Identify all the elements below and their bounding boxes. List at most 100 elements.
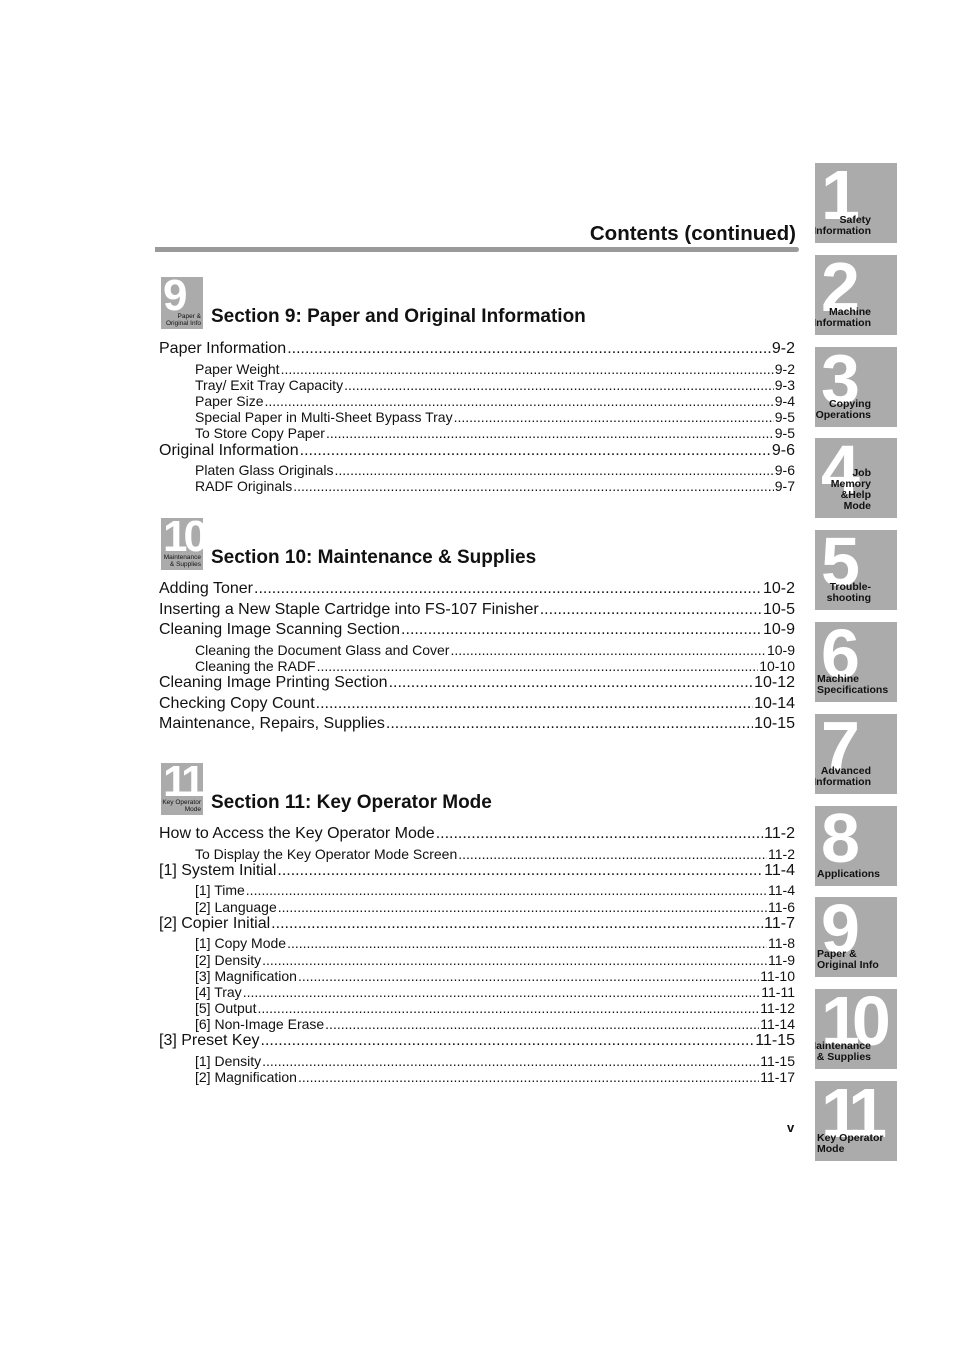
toc-subentry[interactable]: To Display the Key Operator Mode Screen 1… bbox=[159, 846, 795, 862]
section-tab-label: Advanced Information bbox=[815, 765, 871, 788]
toc-entry[interactable]: Paper Information 9-2 bbox=[159, 340, 795, 361]
toc-subentry[interactable]: [5] Output 11-12 bbox=[159, 1000, 795, 1016]
section-tab-1[interactable]: 1 Safety Information bbox=[815, 163, 897, 243]
section-tab-label-line: Information bbox=[815, 316, 871, 329]
title-rule bbox=[155, 247, 799, 252]
section-tab-8[interactable]: 8 Applications bbox=[815, 805, 897, 886]
section-tab-11[interactable]: 11 Key Operator Mode bbox=[815, 1081, 897, 1161]
toc-entry[interactable]: [2] Copier Initial 11-7 bbox=[159, 915, 795, 936]
section-tab-5[interactable]: 5 Trouble-shooting bbox=[815, 530, 897, 611]
toc-subentry[interactable]: [4] Tray 11-11 bbox=[159, 984, 795, 1000]
toc-entry[interactable]: Cleaning Image Printing Section 10-12 bbox=[159, 674, 795, 695]
toc-subentry[interactable]: Tray/ Exit Tray Capacity 9-3 bbox=[159, 377, 795, 393]
section-tab-3[interactable]: 3 Copying Operations bbox=[815, 346, 897, 427]
toc-entry-page: 9-2 bbox=[774, 360, 795, 377]
toc-entry[interactable]: Inserting a New Staple Cartridge into FS… bbox=[159, 601, 795, 622]
section-tab-2[interactable]: 2 Machine Information bbox=[815, 254, 897, 335]
toc-entry-title: Maintenance, Repairs, Supplies bbox=[159, 715, 385, 733]
dot-leader bbox=[243, 984, 761, 1000]
toc-subentry[interactable]: Special Paper in Multi-Sheet Bypass Tray… bbox=[159, 409, 795, 425]
section-tab-label-line: Information bbox=[815, 775, 871, 788]
toc-entry-page: 11-15 bbox=[755, 1032, 795, 1050]
toc-subentry[interactable]: [1] Copy Mode 11-8 bbox=[159, 935, 795, 951]
section-tab-7[interactable]: 7 Advanced Information bbox=[815, 713, 897, 794]
section-badge-label: Paper & Original Info bbox=[166, 313, 201, 327]
dot-leader bbox=[277, 862, 763, 880]
toc-entry-page: 10-5 bbox=[762, 600, 795, 618]
toc-subentry[interactable]: [2] Magnification 11-17 bbox=[159, 1069, 795, 1085]
toc-entry-title: Checking Copy Count bbox=[159, 694, 315, 712]
toc-entry-page: 11-17 bbox=[760, 1069, 795, 1086]
dot-leader bbox=[257, 1000, 759, 1016]
toc-list: Adding Toner 10-2 Inserting a New Staple C… bbox=[159, 580, 795, 736]
toc-entry[interactable]: Original Information 9-6 bbox=[159, 442, 795, 463]
toc-subentry[interactable]: RADF Originals 9-7 bbox=[159, 478, 795, 494]
section-tab-label: Trouble-shooting bbox=[827, 582, 871, 604]
section-tab-label: Machine Information bbox=[815, 306, 871, 329]
section-tab-label-line: Operations bbox=[815, 408, 871, 421]
dot-leader bbox=[278, 899, 767, 915]
toc-entry-title: Paper Size bbox=[195, 392, 264, 409]
toc-entry[interactable]: Cleaning Image Scanning Section 10-9 bbox=[159, 621, 795, 642]
toc-entry-page: 9-7 bbox=[774, 478, 795, 495]
section-badge: 9 Paper & Original Info bbox=[161, 277, 203, 329]
toc-entry-page: 11-11 bbox=[761, 983, 795, 1000]
toc-subentry[interactable]: Paper Size 9-4 bbox=[159, 393, 795, 409]
toc-subentry[interactable]: [6] Non-Image Erase 11-14 bbox=[159, 1016, 795, 1032]
toc-entry[interactable]: Checking Copy Count 10-14 bbox=[159, 695, 795, 716]
section-tab-9[interactable]: 9 Paper & Original Info bbox=[815, 897, 897, 978]
toc-subentry[interactable]: To Store Copy Paper 9-5 bbox=[159, 425, 795, 441]
toc-entry-title: How to Access the Key Operator Mode bbox=[159, 825, 435, 842]
toc-entry-title: Tray/ Exit Tray Capacity bbox=[195, 376, 344, 393]
toc-entry[interactable]: How to Access the Key Operator Mode 11-2 bbox=[159, 825, 795, 846]
toc-entry[interactable]: Maintenance, Repairs, Supplies 10-15 bbox=[159, 715, 795, 736]
toc-subentry[interactable]: [3] Magnification 11-10 bbox=[159, 968, 795, 984]
section-tab-label: Key Operator Mode bbox=[817, 1133, 884, 1155]
toc-entry-title: Cleaning Image Scanning Section bbox=[159, 621, 401, 639]
dot-leader bbox=[262, 1053, 759, 1069]
toc-entry-title: [3] Preset Key bbox=[159, 1032, 260, 1050]
toc-subentry[interactable]: [1] Density 11-15 bbox=[159, 1053, 795, 1069]
toc-subentry[interactable]: Cleaning the Document Glass and Cover 10-… bbox=[159, 642, 795, 658]
toc-subentry[interactable]: Platen Glass Originals 9-6 bbox=[159, 462, 795, 478]
toc-list: Paper Information9-2Paper Weight9-2Tray/… bbox=[159, 340, 795, 495]
toc-entry[interactable]: Adding Toner 10-2 bbox=[159, 580, 795, 601]
toc-entry-title: [2] Magnification bbox=[195, 1069, 297, 1086]
section-tab-label-line: Mode bbox=[817, 1143, 845, 1155]
toc-entry-title: [2] Language bbox=[195, 898, 277, 915]
toc-entry-title: [2] Density bbox=[195, 951, 262, 968]
toc-entry[interactable]: [3] Preset Key 11-15 bbox=[159, 1032, 795, 1053]
toc-entry-title: Paper Information bbox=[159, 340, 287, 357]
toc-entry-title: [1] Copy Mode bbox=[195, 935, 287, 952]
section-tab-label-line: Specifications bbox=[817, 684, 889, 696]
toc-entry[interactable]: [1] System Initial 11-4 bbox=[159, 862, 795, 883]
section-tab-label: Paper & Original Info bbox=[817, 949, 879, 971]
toc-entry-page: 10-15 bbox=[754, 715, 795, 733]
section-tab-label: Applications bbox=[817, 868, 880, 880]
toc-entry-title: Special Paper in Multi-Sheet Bypass Tray bbox=[195, 409, 453, 426]
dot-leader bbox=[436, 825, 763, 843]
toc-entry-page: 9-5 bbox=[774, 409, 795, 426]
dot-leader bbox=[316, 695, 753, 713]
toc-entry-title: Cleaning the RADF bbox=[195, 657, 316, 674]
section-tab-label-line: Job Memory bbox=[830, 467, 871, 491]
dot-leader bbox=[300, 442, 771, 460]
dot-leader bbox=[454, 409, 774, 425]
dot-leader bbox=[389, 674, 754, 692]
toc-entry-page: 10-10 bbox=[759, 657, 795, 674]
toc-subentry[interactable]: [1] Time 11-4 bbox=[159, 882, 795, 898]
toc-subentry[interactable]: Cleaning the RADF 10-10 bbox=[159, 658, 795, 674]
toc-entry-page: 9-4 bbox=[774, 392, 795, 409]
section-tab-6[interactable]: 6 Machine Specifications bbox=[815, 622, 897, 702]
section-tab-label: Copying Operations bbox=[815, 398, 871, 421]
toc-entry-page: 9-6 bbox=[771, 441, 795, 459]
section-tab-4[interactable]: 4 Job Memory &Help Mode bbox=[815, 438, 897, 519]
section-title: Section 9: Paper and Original Informatio… bbox=[211, 306, 586, 327]
toc-subentry[interactable]: [2] Language 11-6 bbox=[159, 899, 795, 915]
toc-subentry[interactable]: Paper Weight 9-2 bbox=[159, 361, 795, 377]
section-tab-10[interactable]: 10Maintenance& Supplies bbox=[815, 989, 897, 1070]
dot-leader bbox=[450, 642, 766, 658]
toc-entry-page: 11-12 bbox=[760, 1000, 795, 1017]
toc-subentry[interactable]: [2] Density 11-9 bbox=[159, 952, 795, 968]
toc-entry-page: 9-3 bbox=[774, 376, 795, 393]
